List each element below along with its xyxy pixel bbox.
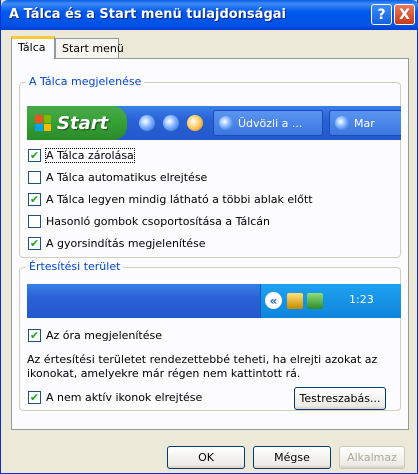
autohide-taskbar-label: A Tálca automatikus elrejtése [46,170,208,184]
close-button[interactable]: X [394,4,415,25]
network-icon [287,293,303,309]
ok-button[interactable]: OK [167,446,245,469]
task-button-label: Üdvözli a ... [238,117,303,130]
autohide-taskbar-option[interactable]: A Tálca automatikus elrejtése [28,169,207,185]
ie-icon [335,116,349,130]
hide-inactive-label: A nem aktív ikonok elrejtése [46,390,203,404]
start-button-preview: Start [27,106,127,140]
appearance-group-legend: A Tálca megjelenése [26,75,145,88]
lock-taskbar-option[interactable]: ✔ A Tálca zárolása [28,147,135,163]
close-icon: X [399,6,410,23]
notification-group-legend: Értesítési terület [26,260,124,273]
lock-taskbar-checkbox[interactable]: ✔ [28,148,41,162]
keep-on-top-label: A Tálca legyen mindig látható a többi ab… [46,192,313,206]
explorer-quicklaunch-icon [163,115,179,131]
group-buttons-checkbox[interactable] [28,214,41,228]
media-player-quicklaunch-icon [187,115,203,131]
hide-inactive-checkbox[interactable]: ✔ [28,390,41,404]
customize-button[interactable]: Testreszabás... [294,387,386,410]
tray-clock: 1:23 [349,293,374,306]
ie-icon [219,116,233,130]
help-button[interactable]: ? [371,4,392,25]
title-bar[interactable]: A Tálca és a Start menü tulajdonságai ? … [1,0,418,30]
keep-on-top-option[interactable]: ✔ A Tálca legyen mindig látható a többi … [28,191,313,207]
taskbar-preview: Start Üdvözli a ... Mar [27,106,401,140]
autohide-taskbar-checkbox[interactable] [28,170,41,184]
notification-area-preview: « 1:23 [27,284,401,318]
window-title: A Tálca és a Start menü tulajdonságai [9,7,286,22]
show-quicklaunch-option[interactable]: ✔ A gyorsindítás megjelenítése [28,235,206,251]
apply-button: Alkalmaz [339,446,405,469]
show-hidden-icons-icon: « [265,292,282,309]
task-button-second: Mar [329,110,401,136]
windows-logo-icon [35,115,51,131]
group-buttons-label: Hasonló gombok csoportosítása a Tálcán [46,214,271,228]
group-buttons-option[interactable]: Hasonló gombok csoportosítása a Tálcán [28,213,270,229]
system-tray: « 1:23 [260,284,401,318]
security-icon [307,293,323,309]
show-clock-label: Az óra megjelenítése [46,328,163,342]
help-icon: ? [377,6,386,23]
lock-taskbar-label: A Tálca zárolása [45,147,135,163]
ie-quicklaunch-icon [139,115,155,131]
tab-start-menu[interactable]: Start menü [55,38,124,58]
cancel-button[interactable]: Mégse [253,446,331,469]
hide-inactive-option[interactable]: ✔ A nem aktív ikonok elrejtése [28,389,202,405]
task-button-welcome: Üdvözli a ... [213,110,323,136]
start-label: Start [57,112,109,134]
show-quicklaunch-checkbox[interactable]: ✔ [28,236,41,250]
show-clock-checkbox[interactable]: ✔ [28,328,41,342]
tab-panel: A Tálca megjelenése Start Üdvözli a ... … [11,58,409,430]
notification-description: Az értesítési területet rendezettebbé te… [27,353,378,380]
dialog-window: A Tálca és a Start menü tulajdonságai ? … [0,0,418,474]
task-button-label: Mar [354,117,375,130]
show-clock-option[interactable]: ✔ Az óra megjelenítése [28,327,162,343]
tab-taskbar[interactable]: Tálca [11,36,55,59]
keep-on-top-checkbox[interactable]: ✔ [28,192,41,206]
show-quicklaunch-label: A gyorsindítás megjelenítése [46,236,206,250]
